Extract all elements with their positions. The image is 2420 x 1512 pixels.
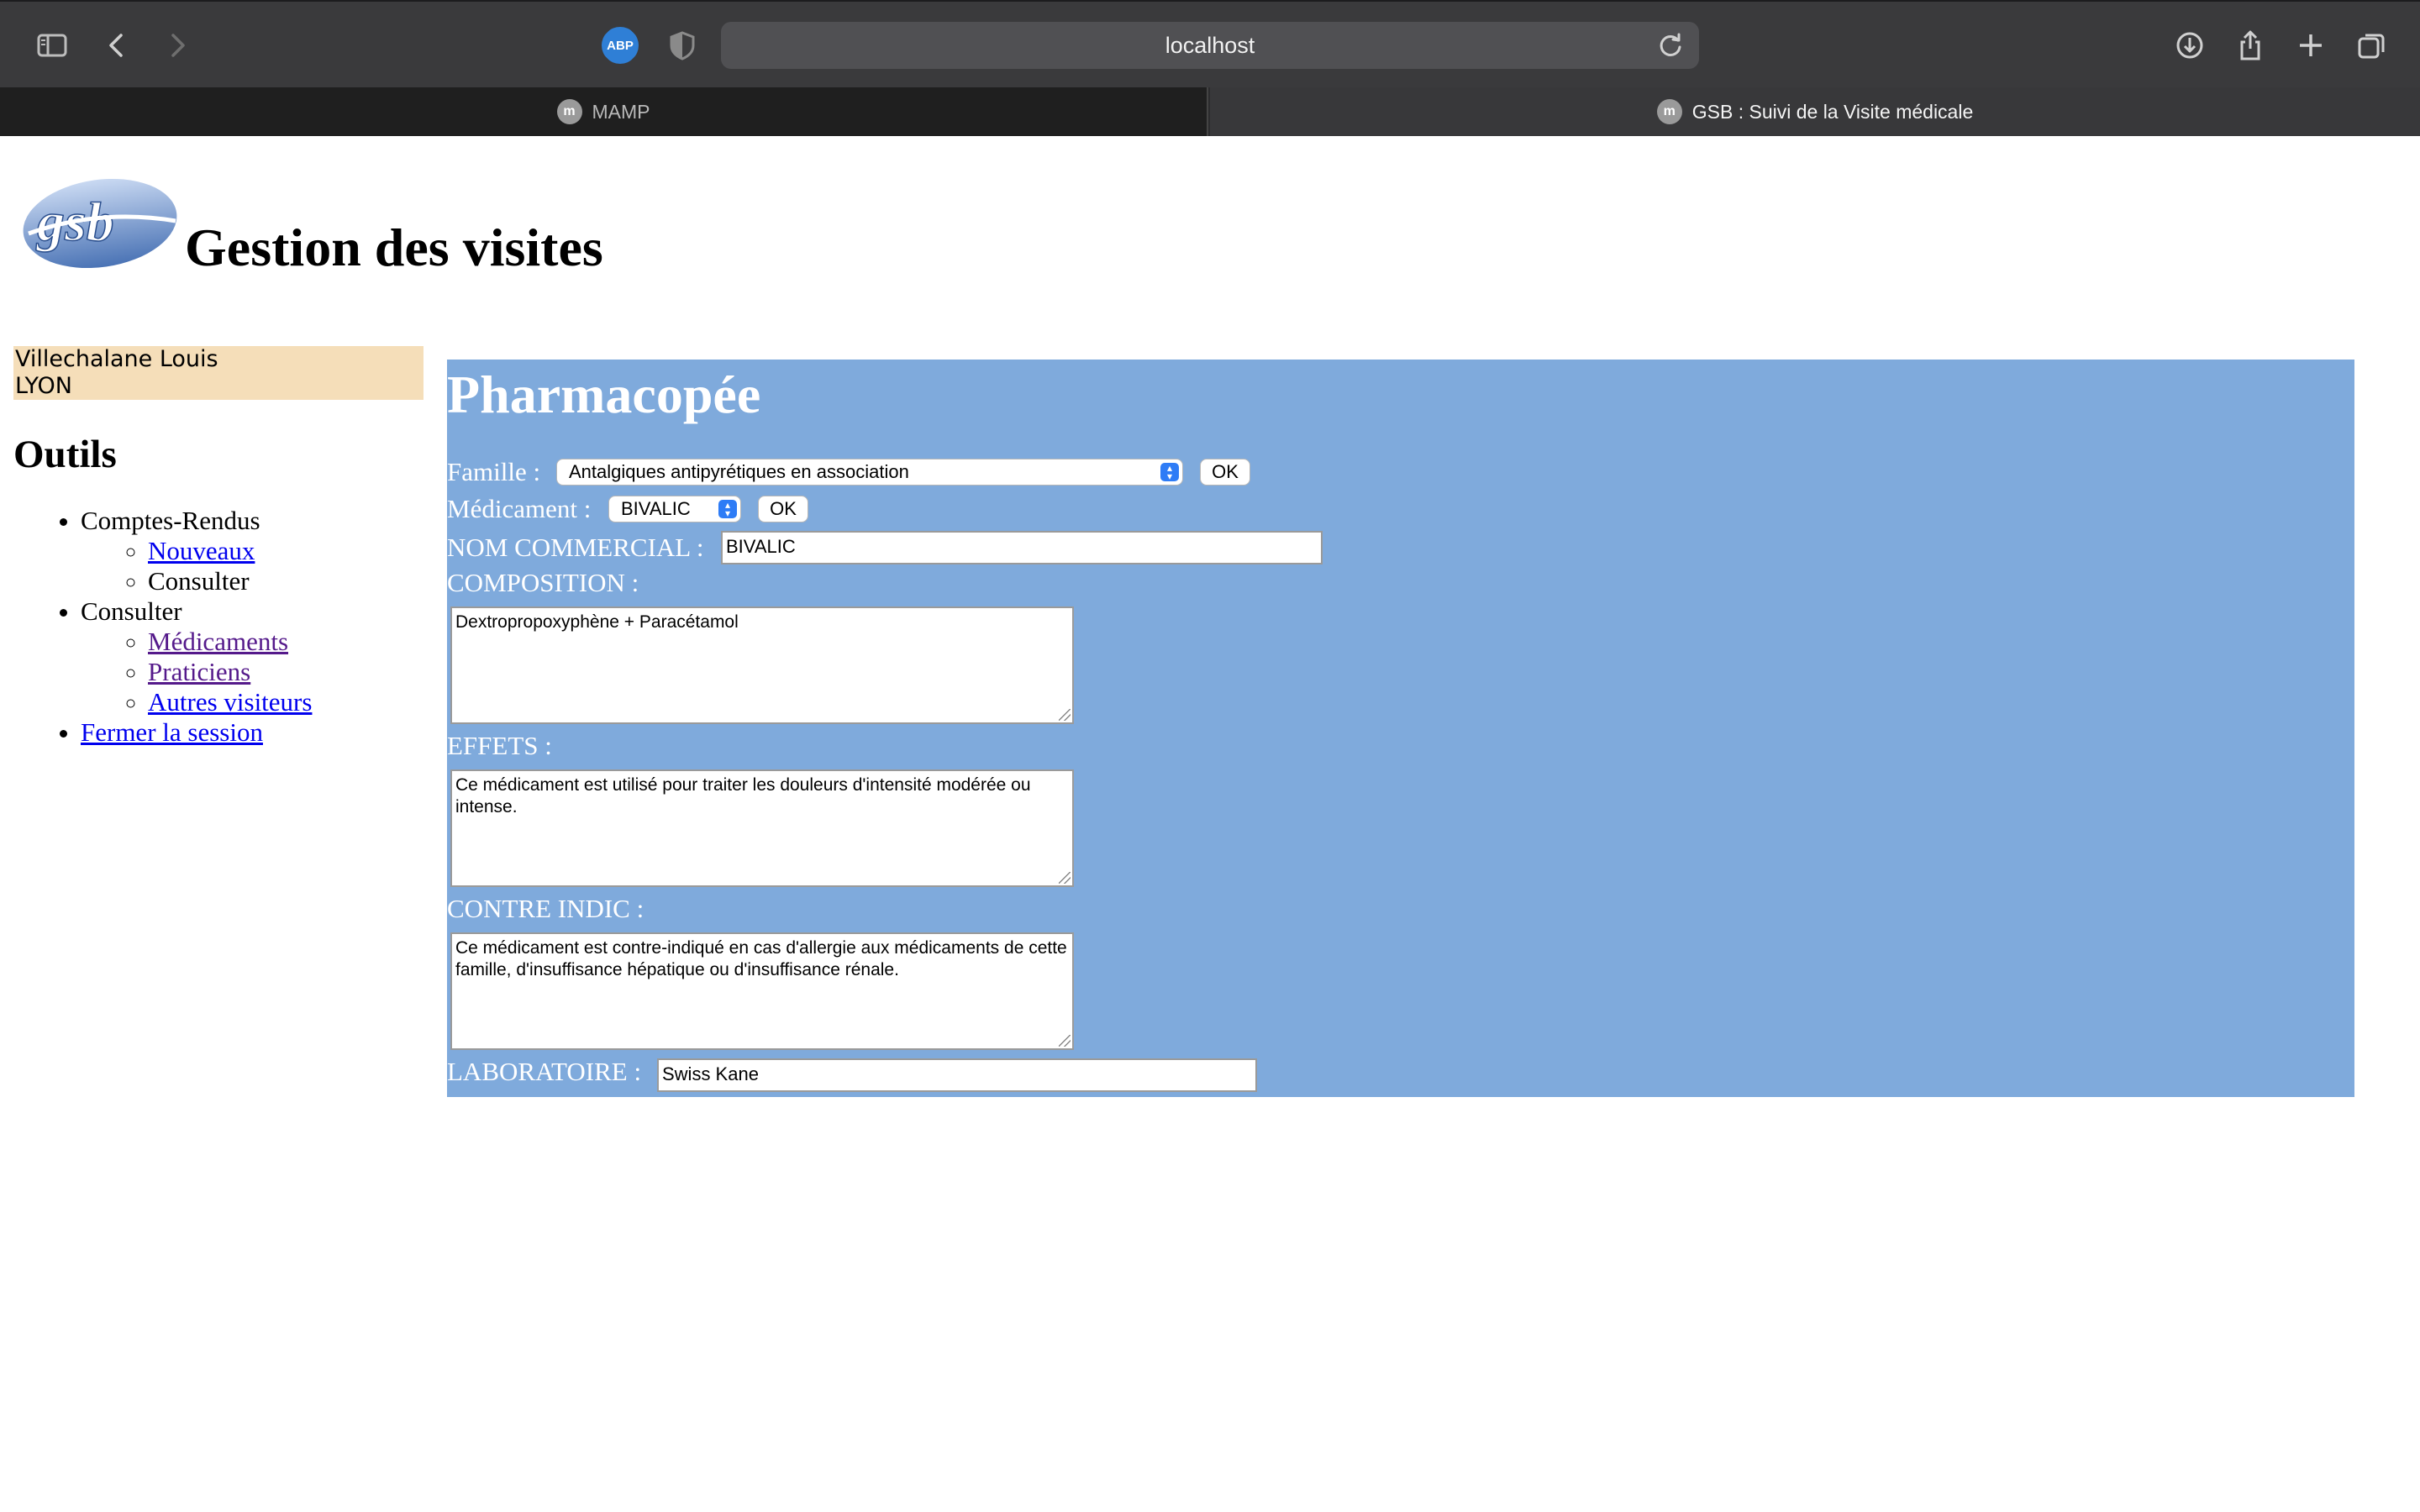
downloads-icon[interactable] <box>2170 25 2210 66</box>
user-name: Villechalane Louis <box>15 346 218 372</box>
famille-label: Famille : <box>447 457 541 486</box>
tab-mamp[interactable]: m MAMP <box>0 87 1208 136</box>
effets-textarea[interactable]: Ce médicament est utilisé pour traiter l… <box>450 769 1074 887</box>
composition-textarea[interactable]: Dextropropoxyphène + Paracétamol <box>450 606 1074 724</box>
menu-consulter-label: Consulter <box>81 596 182 626</box>
medicament-select[interactable]: BIVALIC ▴ ▾ <box>608 496 741 522</box>
forward-icon[interactable] <box>156 25 197 66</box>
tab-label: MAMP <box>592 100 650 123</box>
browser-toolbar: ABP localhost <box>0 0 2420 87</box>
laboratoire-label: LABORATOIRE : <box>447 1057 642 1086</box>
famille-select[interactable]: Antalgiques antipyrétiques en associatio… <box>556 459 1183 486</box>
new-tab-icon[interactable] <box>2291 25 2331 66</box>
menu-consulter: Consulter Médicaments Praticiens Autres … <box>81 596 312 717</box>
back-icon[interactable] <box>97 25 138 66</box>
contre-indic-label: CONTRE INDIC : <box>447 894 644 923</box>
contre-indic-textarea[interactable]: Ce médicament est contre-indiqué en cas … <box>450 932 1074 1050</box>
famille-select-value: Antalgiques antipyrétiques en associatio… <box>569 461 909 482</box>
gsb-logo: gsb <box>23 178 177 269</box>
tab-gsb[interactable]: m GSB : Suivi de la Visite médicale <box>1210 87 2420 136</box>
sidebar-toggle-icon[interactable] <box>32 25 72 66</box>
select-arrows-icon: ▴ ▾ <box>1160 463 1179 481</box>
select-arrows-icon: ▴ ▾ <box>718 500 737 518</box>
page-content: gsb Gestion des visites Villechalane Lou… <box>0 136 2420 1512</box>
mamp-favicon-icon: m <box>556 99 582 124</box>
menu-autres-visiteurs-link[interactable]: Autres visiteurs <box>148 687 312 717</box>
address-bar[interactable]: localhost <box>721 22 1699 69</box>
user-info: Villechalane Louis LYON <box>13 346 424 400</box>
reload-icon[interactable] <box>1654 29 1687 62</box>
laboratoire-field[interactable]: Swiss Kane <box>657 1058 1257 1092</box>
effets-label: EFFETS : <box>447 731 552 760</box>
url-text: localhost <box>1165 32 1255 58</box>
menu-nouveaux-link[interactable]: Nouveaux <box>148 536 255 565</box>
nom-commercial-field[interactable]: BIVALIC <box>721 531 1323 564</box>
menu-consulter-cr-label: Consulter <box>148 566 250 596</box>
tab-overview-icon[interactable] <box>2351 25 2391 66</box>
medicament-ok-button[interactable]: OK <box>758 496 808 522</box>
medicament-select-value: BIVALIC <box>621 498 691 519</box>
contre-indic-text: Ce médicament est contre-indiqué en cas … <box>455 938 1067 979</box>
tab-bar: m MAMP m GSB : Suivi de la Visite médica… <box>0 87 2420 136</box>
resize-grip-icon[interactable] <box>1059 1035 1071 1047</box>
effets-text: Ce médicament est utilisé pour traiter l… <box>455 775 1031 816</box>
gsb-favicon-icon: m <box>1656 99 1682 124</box>
menu-comptes-rendus-label: Comptes-Rendus <box>81 506 260 535</box>
pharmacopee-panel: Pharmacopée Famille : Antalgiques antipy… <box>447 360 2354 1097</box>
composition-text: Dextropropoxyphène + Paracétamol <box>455 612 739 632</box>
menu-praticiens-link[interactable]: Praticiens <box>148 657 250 686</box>
site-title: Gestion des visites <box>185 218 603 277</box>
tab-label: GSB : Suivi de la Visite médicale <box>1691 100 1974 123</box>
logout-link[interactable]: Fermer la session <box>81 717 263 747</box>
medicament-label: Médicament : <box>447 494 592 523</box>
famille-ok-button[interactable]: OK <box>1200 459 1250 486</box>
page-title: Pharmacopée <box>447 365 761 424</box>
resize-grip-icon[interactable] <box>1059 872 1071 884</box>
menu-comptes-rendus: Comptes-Rendus Nouveaux Consulter <box>81 506 312 596</box>
nom-commercial-label: NOM COMMERCIAL : <box>447 533 704 562</box>
adblock-icon[interactable]: ABP <box>602 27 639 64</box>
composition-label: COMPOSITION : <box>447 568 639 597</box>
sidebar-menu: Comptes-Rendus Nouveaux Consulter Consul… <box>13 506 312 748</box>
tools-heading: Outils <box>13 433 117 476</box>
menu-medicaments-link[interactable]: Médicaments <box>148 627 288 656</box>
privacy-shield-icon[interactable] <box>662 25 702 66</box>
share-icon[interactable] <box>2230 25 2270 66</box>
resize-grip-icon[interactable] <box>1059 709 1071 721</box>
user-region: LYON <box>15 373 72 399</box>
